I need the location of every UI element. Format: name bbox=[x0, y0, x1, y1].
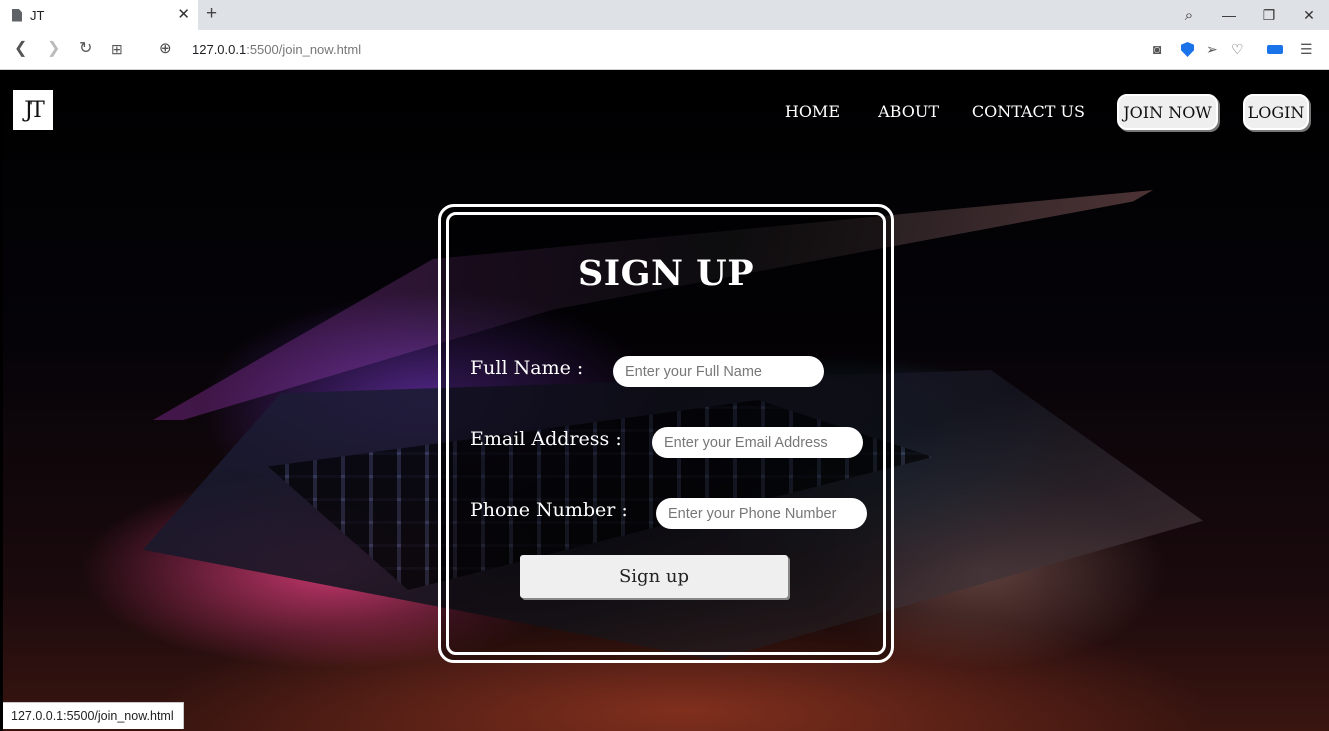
new-tab-button[interactable]: + bbox=[206, 4, 217, 24]
page-content: JT HOME ABOUT CONTACT US JOIN NOW LOGIN … bbox=[3, 70, 1329, 731]
document-icon bbox=[12, 8, 22, 22]
settings-icon[interactable]: ☰ bbox=[1300, 40, 1313, 58]
send-icon[interactable]: ➢ bbox=[1206, 40, 1218, 58]
restore-icon[interactable]: ❐ bbox=[1249, 7, 1289, 24]
site-logo[interactable]: JT bbox=[13, 90, 53, 130]
full-name-label: Full Name : bbox=[470, 357, 584, 379]
search-icon[interactable]: ⌕ bbox=[1169, 7, 1209, 24]
email-input[interactable] bbox=[652, 427, 863, 458]
phone-label: Phone Number : bbox=[470, 499, 628, 521]
status-bar-url: 127.0.0.1:5500/join_now.html bbox=[3, 702, 184, 729]
window-controls: ⌕ — ❐ ✕ bbox=[1169, 0, 1329, 30]
tab-close-icon[interactable]: ✕ bbox=[177, 6, 190, 24]
browser-tab[interactable]: JT ✕ bbox=[0, 0, 198, 30]
signup-title: SIGN UP bbox=[577, 253, 755, 294]
email-label: Email Address : bbox=[470, 428, 622, 450]
nav-home[interactable]: HOME bbox=[785, 102, 840, 121]
tab-title: JT bbox=[30, 7, 45, 23]
window-close-icon[interactable]: ✕ bbox=[1289, 7, 1329, 24]
battery-icon[interactable] bbox=[1267, 45, 1283, 54]
url-host: 127.0.0.1 bbox=[192, 42, 247, 57]
login-button[interactable]: LOGIN bbox=[1243, 94, 1309, 130]
full-name-input[interactable] bbox=[613, 356, 824, 387]
camera-icon[interactable]: ◙ bbox=[1153, 40, 1161, 58]
address-bar[interactable]: 127.0.0.1:5500/join_now.html bbox=[192, 42, 361, 57]
join-now-button[interactable]: JOIN NOW bbox=[1117, 94, 1218, 130]
signup-button[interactable]: Sign up bbox=[520, 555, 788, 598]
forward-icon[interactable]: ❯ bbox=[47, 38, 60, 60]
browser-toolbar: ❮ ❯ ↻ ⊞ ⊕ 127.0.0.1:5500/join_now.html ◙… bbox=[0, 30, 1329, 70]
signup-card: SIGN UP Full Name : Email Address : Phon… bbox=[438, 204, 894, 663]
speed-dial-icon[interactable]: ⊞ bbox=[111, 38, 123, 60]
heart-icon[interactable]: ♡ bbox=[1231, 40, 1244, 58]
reload-icon[interactable]: ↻ bbox=[79, 38, 92, 60]
back-icon[interactable]: ❮ bbox=[14, 38, 27, 60]
minimize-icon[interactable]: — bbox=[1209, 7, 1249, 23]
phone-input[interactable] bbox=[656, 498, 867, 529]
shield-icon[interactable] bbox=[1181, 42, 1194, 57]
globe-icon: ⊕ bbox=[159, 40, 172, 57]
url-path: :5500/join_now.html bbox=[246, 42, 362, 57]
nav-about[interactable]: ABOUT bbox=[878, 102, 939, 121]
tab-strip: JT ✕ + ⌕ — ❐ ✕ bbox=[0, 0, 1329, 30]
nav-contact-us[interactable]: CONTACT US bbox=[972, 102, 1085, 121]
